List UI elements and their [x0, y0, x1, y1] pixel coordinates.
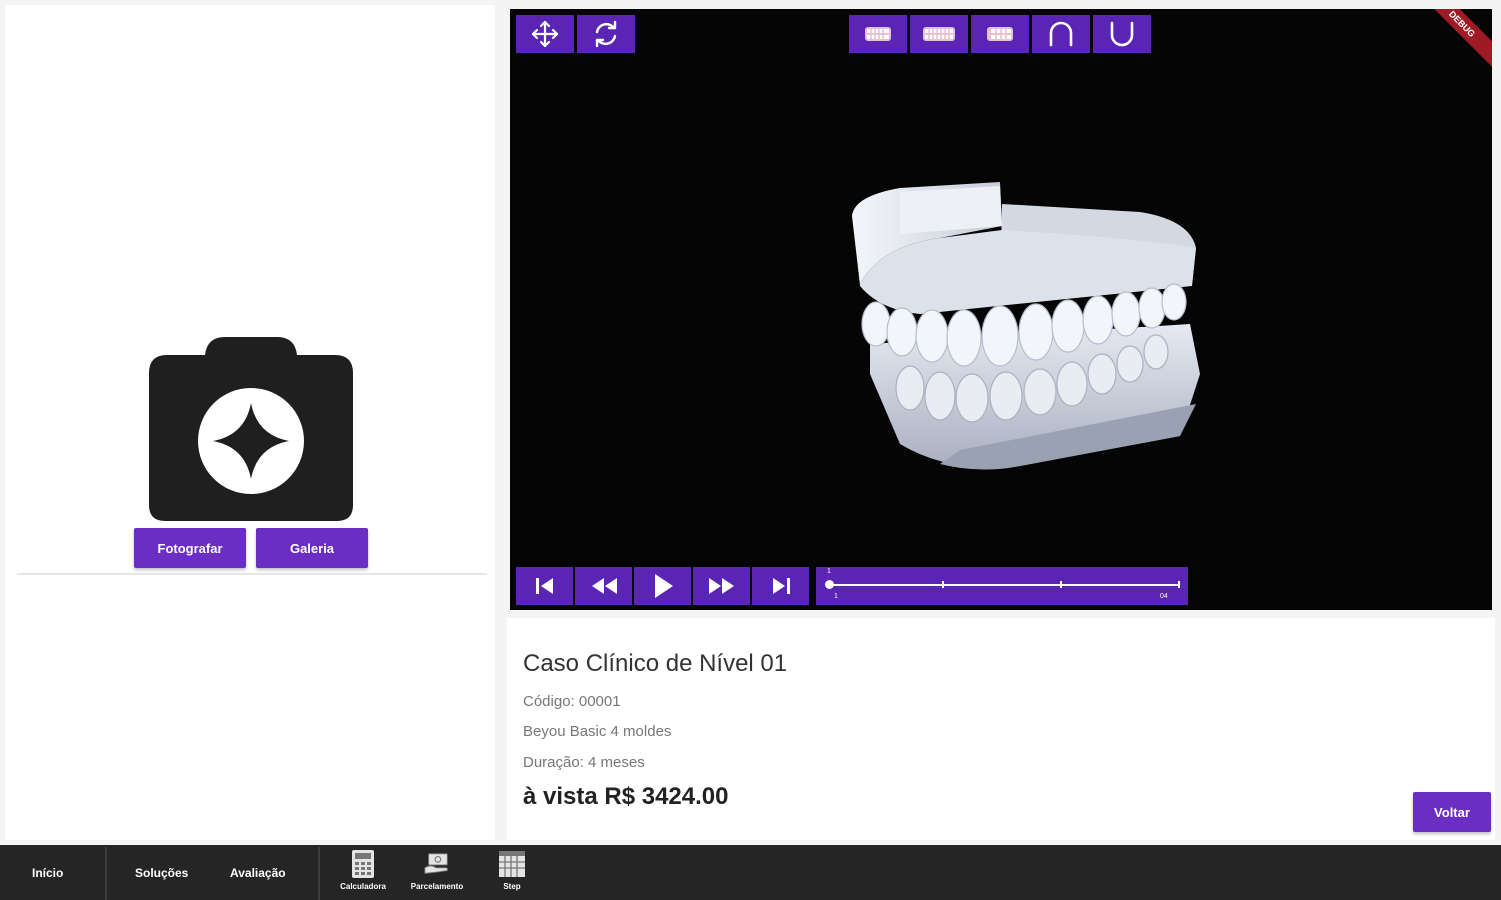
move-arrows-icon	[531, 20, 559, 48]
nav-item-solucoes[interactable]: Soluções	[135, 845, 188, 900]
nav-caption-parcelamento: Parcelamento	[410, 882, 464, 891]
nav-divider	[318, 847, 320, 900]
nav-caption-step: Step	[503, 882, 521, 891]
nav-item-avaliacao[interactable]: Avaliação	[230, 845, 286, 900]
app-root: Fotografar Galeria DEBUG 1 1 04 Caso Clí…	[0, 0, 1501, 900]
timeline-track	[828, 584, 1180, 586]
dental-model-render[interactable]	[840, 174, 1220, 484]
timeline-tick	[942, 581, 944, 588]
rewind-icon	[591, 578, 617, 594]
calculator-icon	[352, 850, 374, 878]
nav-caption-calculadora: Calculadora	[340, 882, 386, 891]
camera-sparkle-icon[interactable]	[147, 335, 355, 523]
teeth-side-icon	[987, 27, 1013, 41]
fast-forward-icon	[708, 578, 734, 594]
playback-controls	[516, 567, 809, 605]
play-button[interactable]	[634, 567, 691, 605]
view-lower-arch-button[interactable]	[1093, 15, 1151, 53]
case-price: à vista R$ 3424.00	[523, 783, 729, 810]
dental-3d-viewer[interactable]: DEBUG 1 1 04	[510, 9, 1492, 610]
nav-item-calculadora[interactable]: Calculadora	[331, 849, 395, 899]
case-duration: Duração: 4 meses	[523, 754, 645, 771]
rotate-icon	[595, 20, 617, 48]
timeline-start-label: 1	[827, 568, 831, 575]
skip-start-button[interactable]	[516, 567, 573, 605]
view-upper-arch-button[interactable]	[1032, 15, 1090, 53]
teeth-both-icon	[923, 27, 955, 41]
fast-forward-button[interactable]	[693, 567, 750, 605]
timeline-end-label: 04	[1160, 593, 1168, 600]
nav-item-step[interactable]: Step	[480, 849, 544, 899]
nav-item-parcelamento[interactable]: Parcelamento	[405, 849, 469, 899]
nav-divider	[105, 847, 107, 900]
view-side-button[interactable]	[971, 15, 1029, 53]
money-hand-icon	[424, 853, 448, 874]
upper-arch-icon	[1049, 21, 1073, 47]
move-tool-button[interactable]	[516, 15, 574, 53]
play-icon	[654, 574, 673, 598]
step-grid-icon	[499, 851, 525, 877]
nav-item-inicio[interactable]: Início	[32, 845, 63, 900]
gallery-button[interactable]: Galeria	[256, 528, 368, 568]
rewind-button[interactable]	[575, 567, 632, 605]
take-photo-button[interactable]: Fotografar	[134, 528, 246, 568]
case-plan: Beyou Basic 4 moldes	[523, 723, 672, 740]
left-panel: Fotografar Galeria	[5, 5, 495, 840]
skip-end-button[interactable]	[752, 567, 809, 605]
timeline-tick	[1178, 581, 1180, 588]
timeline-start-label: 1	[834, 593, 838, 600]
teeth-front-icon	[865, 27, 891, 41]
lower-arch-icon	[1110, 21, 1134, 47]
case-code: Código: 00001	[523, 693, 621, 710]
debug-banner: DEBUG	[1413, 9, 1492, 73]
timeline-tick	[1060, 581, 1062, 588]
bottom-navigation: Início Soluções Avaliação Calculadora Pa…	[0, 845, 1501, 900]
case-info-card: Caso Clínico de Nível 01 Código: 00001 B…	[507, 618, 1495, 840]
timeline-slider[interactable]: 1 1 04	[816, 567, 1188, 605]
view-both-button[interactable]	[910, 15, 968, 53]
timeline-thumb[interactable]	[825, 580, 834, 589]
rotate-tool-button[interactable]	[577, 15, 635, 53]
skip-start-icon	[535, 578, 553, 594]
skip-end-icon	[772, 578, 790, 594]
view-front-button[interactable]	[849, 15, 907, 53]
photo-card: Fotografar Galeria	[17, 13, 487, 575]
case-title: Caso Clínico de Nível 01	[523, 650, 788, 677]
back-button[interactable]: Voltar	[1413, 792, 1491, 832]
